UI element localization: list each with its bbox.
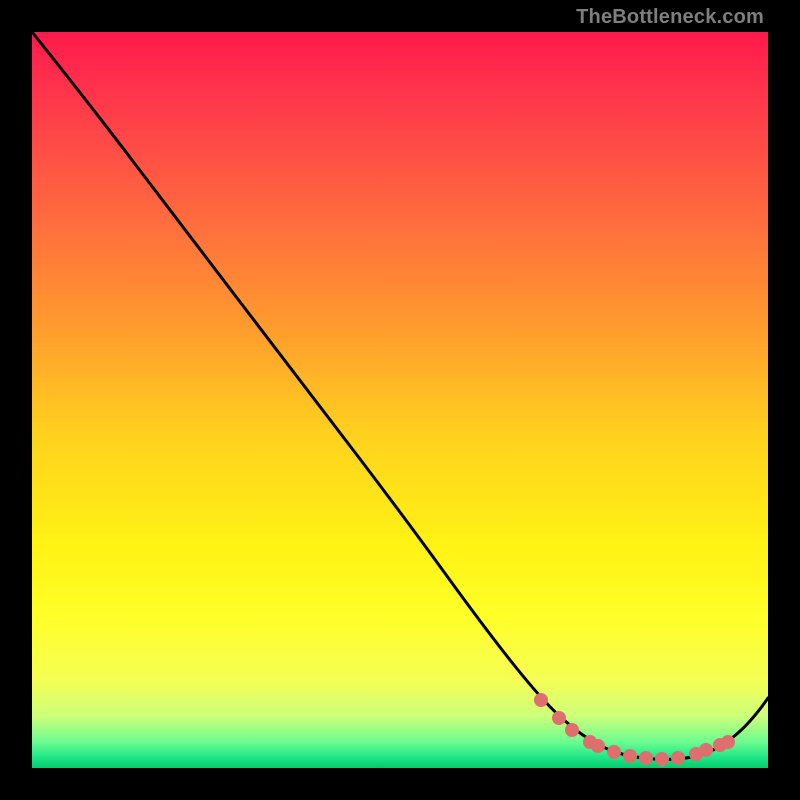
curve-marker xyxy=(700,744,713,757)
curve-marker xyxy=(553,712,566,725)
watermark-text: TheBottleneck.com xyxy=(576,6,764,29)
curve-marker xyxy=(566,724,579,737)
curve-markers xyxy=(535,694,735,766)
plot-area xyxy=(32,32,768,768)
curve-marker xyxy=(592,740,605,753)
chart-frame: TheBottleneck.com xyxy=(0,0,800,800)
curve-marker xyxy=(535,694,548,707)
curve-marker xyxy=(672,752,685,765)
curve-marker xyxy=(624,750,637,763)
curve-marker xyxy=(722,736,735,749)
bottleneck-curve xyxy=(32,32,768,759)
curve-marker xyxy=(608,746,621,759)
curve-marker xyxy=(640,752,653,765)
curve-layer xyxy=(32,32,768,768)
curve-marker xyxy=(656,753,669,766)
